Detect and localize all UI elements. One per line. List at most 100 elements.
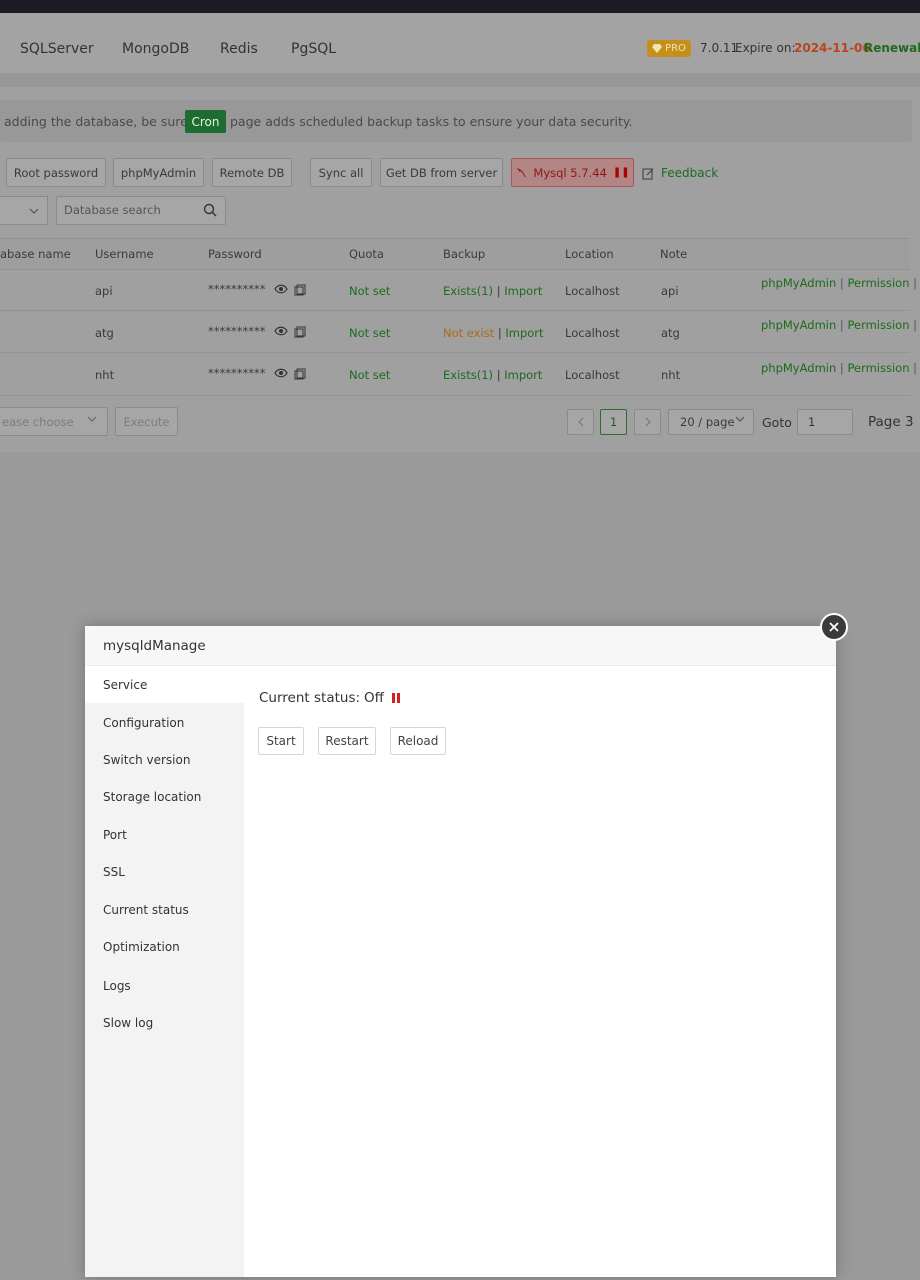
backup-import-link[interactable]: Import	[504, 284, 542, 298]
row-permission-link[interactable]: Permission	[847, 276, 909, 290]
pro-label: PRO	[665, 43, 686, 54]
prev-page-button[interactable]	[567, 409, 594, 435]
col-note[interactable]: Note	[660, 247, 687, 261]
cron-link[interactable]: Cron	[185, 110, 226, 133]
row-divider	[0, 310, 910, 311]
sidebar-item-optimization[interactable]: Optimization	[85, 928, 244, 965]
col-password[interactable]: Password	[208, 247, 262, 261]
mysql-version-button[interactable]: Mysql 5.7.44 ❚❚	[511, 158, 634, 187]
eye-icon[interactable]	[274, 326, 288, 336]
sidebar-item-port[interactable]: Port	[85, 816, 244, 853]
next-page-button[interactable]	[634, 409, 661, 435]
per-page-select[interactable]: 20 / page	[668, 409, 754, 435]
batch-operation-select[interactable]: ease choose	[0, 407, 108, 436]
backup-import-link[interactable]: Import	[504, 368, 542, 382]
row-phpmyadmin-link[interactable]: phpMyAdmin	[761, 276, 836, 290]
status-value: Off	[364, 690, 384, 706]
backup-status-link[interactable]: Exists(1)	[443, 284, 493, 298]
backup-import-link[interactable]: Import	[505, 326, 543, 340]
page-number-button[interactable]: 1	[600, 409, 627, 435]
col-database-name[interactable]: abase name	[0, 247, 71, 261]
feedback-link[interactable]: Feedback	[642, 166, 718, 180]
service-status-line: Current status: Off	[259, 690, 400, 706]
expire-date: 2024-11-06	[794, 41, 871, 55]
batch-placeholder: ease choose	[2, 414, 74, 429]
dialog-close-button[interactable]	[820, 613, 848, 641]
mysqld-manage-dialog: mysqldManage Service Configuration Switc…	[85, 626, 836, 1277]
password-mask: **********	[208, 366, 266, 380]
tab-sqlserver[interactable]: SQLServer	[20, 41, 94, 57]
copy-icon[interactable]	[294, 326, 306, 338]
sync-all-button[interactable]: Sync all	[310, 158, 372, 187]
expire-label: Expire on:	[735, 41, 796, 55]
row-phpmyadmin-link[interactable]: phpMyAdmin	[761, 361, 836, 375]
goto-label: Goto	[762, 415, 792, 430]
sidebar-item-service[interactable]: Service	[85, 666, 244, 703]
goto-page-input[interactable]: 1	[797, 409, 853, 435]
col-location[interactable]: Location	[565, 247, 614, 261]
copy-icon[interactable]	[294, 368, 306, 380]
database-search-input[interactable]	[64, 203, 194, 217]
row-username: nht	[95, 368, 115, 382]
col-quota[interactable]: Quota	[349, 247, 384, 261]
row-location: Localhost	[565, 326, 620, 340]
root-password-button[interactable]: Root password	[6, 158, 106, 187]
row-phpmyadmin-link[interactable]: phpMyAdmin	[761, 318, 836, 332]
sidebar-item-current-status[interactable]: Current status	[85, 891, 244, 928]
backup-status-link[interactable]: Not exist	[443, 326, 494, 340]
tab-mongodb[interactable]: MongoDB	[122, 41, 189, 57]
reload-button[interactable]: Reload	[390, 727, 446, 755]
stopped-icon: ❚❚	[612, 167, 630, 178]
phpmyadmin-button[interactable]: phpMyAdmin	[113, 158, 204, 187]
row-quota[interactable]: Not set	[349, 284, 390, 298]
sidebar-item-configuration[interactable]: Configuration	[85, 704, 244, 741]
dialog-title-bar: mysqldManage	[85, 626, 836, 666]
copy-icon[interactable]	[294, 284, 306, 296]
restart-button[interactable]: Restart	[318, 727, 376, 755]
backup-status-link[interactable]: Exists(1)	[443, 368, 493, 382]
sidebar-item-slow-log[interactable]: Slow log	[85, 1004, 244, 1041]
dolphin-icon	[517, 168, 526, 177]
pro-badge: PRO	[647, 40, 691, 57]
database-search-box[interactable]	[56, 196, 226, 225]
row-permission-link[interactable]: Permission	[847, 318, 909, 332]
sidebar-item-storage-location[interactable]: Storage location	[85, 778, 244, 815]
header-gap	[0, 73, 920, 87]
password-mask: **********	[208, 324, 266, 338]
eye-icon[interactable]	[274, 368, 288, 378]
sidebar-item-switch-version[interactable]: Switch version	[85, 741, 244, 778]
row-username: atg	[95, 326, 114, 340]
row-permission-link[interactable]: Permission	[847, 361, 909, 375]
stopped-icon	[391, 693, 400, 703]
row-note[interactable]: nht	[661, 368, 680, 382]
start-button[interactable]: Start	[258, 727, 304, 755]
status-label: Current status:	[259, 690, 361, 706]
search-icon[interactable]	[203, 203, 217, 217]
feedback-label: Feedback	[661, 166, 719, 180]
row-quota[interactable]: Not set	[349, 368, 390, 382]
category-select[interactable]	[0, 196, 48, 225]
tab-pgsql[interactable]: PgSQL	[291, 41, 336, 57]
tab-redis[interactable]: Redis	[220, 41, 258, 57]
row-backup: Exists(1) | Import	[443, 284, 543, 298]
row-operations: phpMyAdmin | Permission | T	[761, 276, 920, 290]
sidebar-item-logs[interactable]: Logs	[85, 967, 244, 1004]
row-backup: Not exist | Import	[443, 326, 544, 340]
row-location: Localhost	[565, 368, 620, 382]
os-top-bar	[0, 0, 920, 13]
row-quota[interactable]: Not set	[349, 326, 390, 340]
remote-db-button[interactable]: Remote DB	[212, 158, 292, 187]
execute-button[interactable]: Execute	[115, 407, 178, 436]
get-db-from-server-button[interactable]: Get DB from server	[380, 158, 503, 187]
renewal-link[interactable]: Renewal	[864, 41, 920, 55]
sidebar-item-ssl[interactable]: SSL	[85, 853, 244, 890]
eye-icon[interactable]	[274, 284, 288, 294]
col-username[interactable]: Username	[95, 247, 154, 261]
row-note[interactable]: atg	[661, 326, 680, 340]
mysql-version-label: Mysql 5.7.44	[533, 165, 607, 180]
col-backup[interactable]: Backup	[443, 247, 485, 261]
row-note[interactable]: api	[661, 284, 679, 298]
chevron-down-icon	[87, 416, 97, 422]
row-password: **********	[208, 366, 306, 380]
dialog-title: mysqldManage	[103, 638, 206, 654]
